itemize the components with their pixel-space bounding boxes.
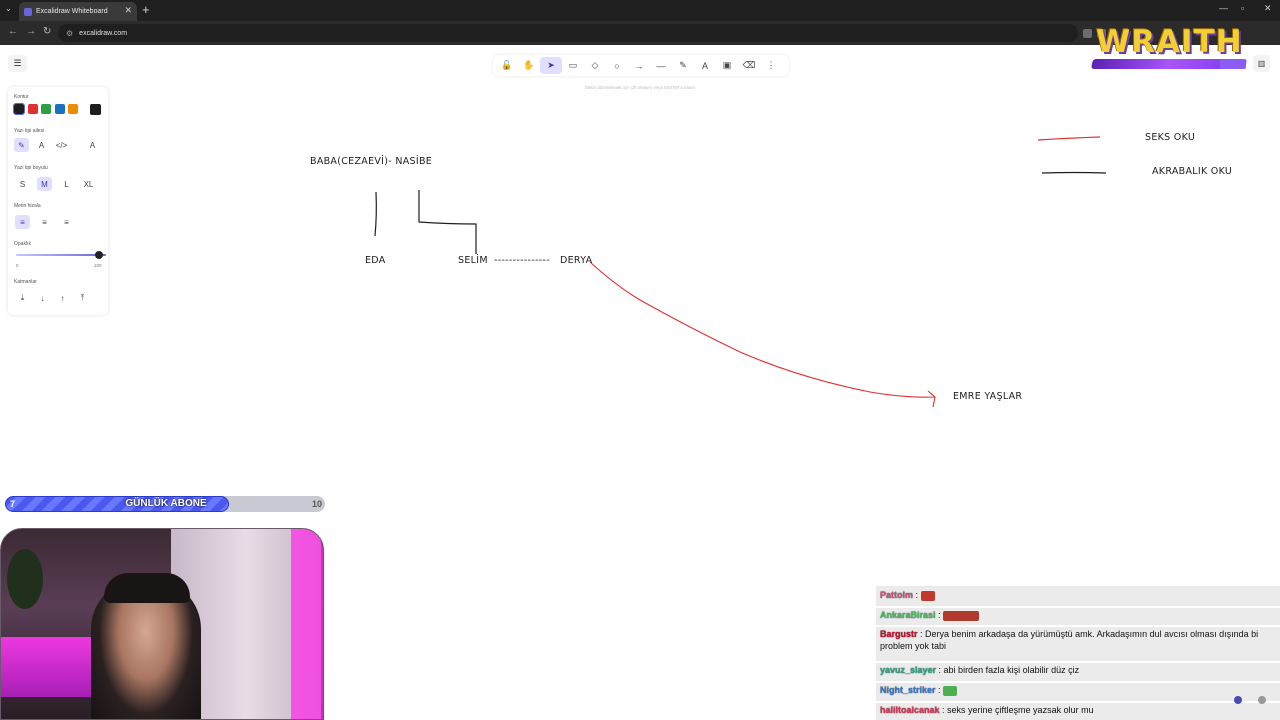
chat-divider bbox=[876, 681, 1280, 683]
shield-icon bbox=[1234, 696, 1242, 704]
chat-message: yavuz_slayer : abi birden fazla kişi ola… bbox=[880, 664, 1278, 676]
chat-username[interactable]: haliltoalcanak bbox=[880, 705, 940, 715]
webcam-light bbox=[291, 529, 323, 719]
sub-goal-label: GÜNLÜK ABONE bbox=[125, 498, 207, 509]
canvas-text-emre[interactable]: EMRE YAŞLAR bbox=[953, 391, 1022, 402]
help-icon[interactable] bbox=[1258, 696, 1266, 704]
chat-text: : seks yerine çiftleşme yazsak olur mu bbox=[939, 705, 1094, 715]
canvas-text-parents[interactable]: BABA(CEZAEVİ)- NASİBE bbox=[310, 156, 432, 167]
line-to-eda[interactable] bbox=[374, 191, 377, 237]
webcam-streamer-hair bbox=[104, 573, 190, 603]
legend-text-red[interactable]: SEKS OKU bbox=[1145, 132, 1195, 143]
chat-username[interactable]: AnkaraBirasi bbox=[880, 610, 936, 620]
canvas-text-selim[interactable]: SELİM bbox=[458, 255, 488, 266]
webcam-plant bbox=[7, 549, 43, 609]
canvas-text-eda[interactable]: EDA bbox=[365, 255, 386, 266]
chat-divider bbox=[876, 661, 1280, 663]
chat-message: AnkaraBirasi : bbox=[880, 609, 1278, 621]
red-arrowhead[interactable] bbox=[927, 390, 936, 408]
chat-username[interactable]: Bargustr bbox=[880, 629, 918, 639]
chat-emote bbox=[943, 610, 980, 621]
chat-text: : Derya benim arkadaşa da yürümüştü amk.… bbox=[880, 629, 1259, 651]
sub-goal-target: 10 bbox=[312, 499, 323, 509]
chat-message: Night_striker : bbox=[880, 684, 1278, 696]
chat-username[interactable]: Pattolm bbox=[880, 590, 913, 600]
chat-emote bbox=[943, 685, 958, 696]
chat-divider bbox=[876, 606, 1280, 608]
daily-sub-goal-bar: 7 GÜNLÜK ABONE 10 bbox=[5, 496, 325, 512]
chat-divider bbox=[876, 625, 1280, 627]
chat-overlay: Pattolm : AnkaraBirasi : Bargustr : Dery… bbox=[876, 586, 1280, 720]
chat-emote bbox=[920, 590, 935, 601]
legend-black-line[interactable] bbox=[1041, 171, 1107, 174]
chat-message: Pattolm : bbox=[880, 589, 1278, 601]
chat-text: : abi birden fazla kişi olabilir düz çiz bbox=[936, 665, 1080, 675]
legend-red-line[interactable] bbox=[1037, 136, 1101, 141]
canvas-text-derya[interactable]: DERYA bbox=[560, 255, 592, 266]
webcam-overlay bbox=[0, 528, 324, 720]
line-to-selim[interactable] bbox=[418, 190, 477, 254]
chat-username[interactable]: yavuz_slayer bbox=[880, 665, 936, 675]
legend-text-black[interactable]: AKRABALIK OKU bbox=[1152, 166, 1232, 177]
chat-message: haliltoalcanak : seks yerine çiftleşme y… bbox=[880, 704, 1278, 716]
chat-username[interactable]: Night_striker bbox=[880, 685, 936, 695]
chat-divider bbox=[876, 701, 1280, 703]
chat-message: Bargustr : Derya benim arkadaşa da yürüm… bbox=[880, 628, 1278, 652]
canvas-text-dashes[interactable]: --------------- bbox=[494, 255, 550, 266]
red-arrow-derya-emre[interactable] bbox=[589, 261, 936, 398]
